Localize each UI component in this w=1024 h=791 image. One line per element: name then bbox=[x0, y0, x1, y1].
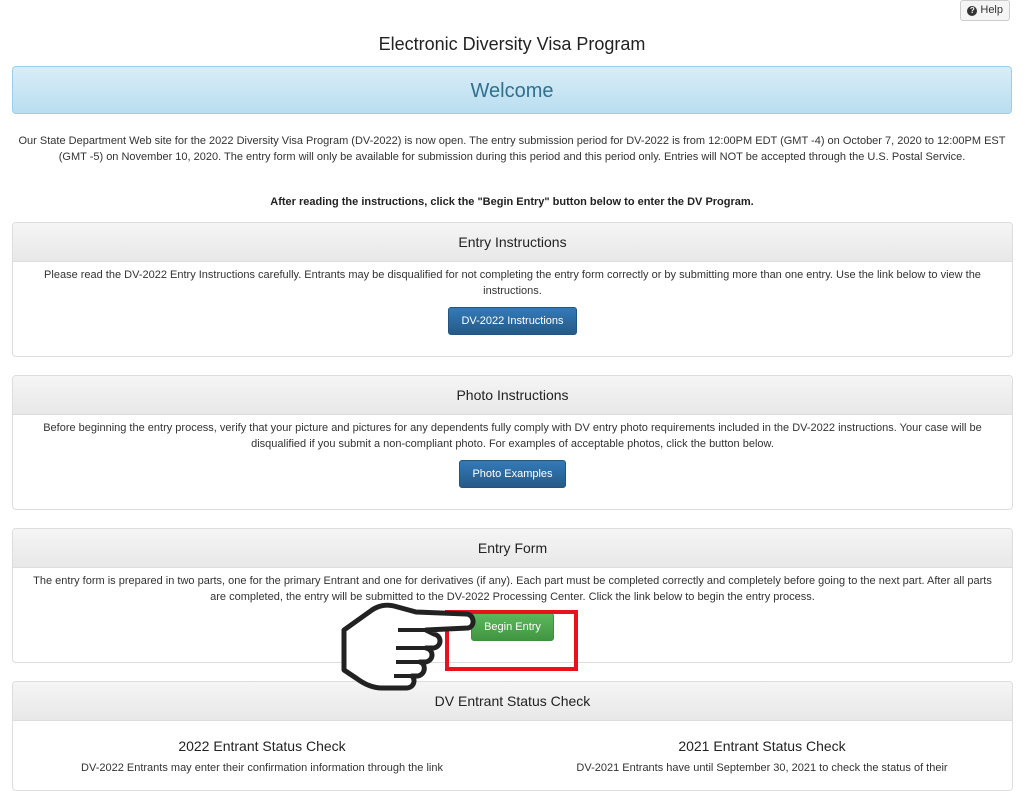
status-check-2022-title: 2022 Entrant Status Check bbox=[178, 738, 346, 754]
status-check-2022-text: DV-2022 Entrants may enter their confirm… bbox=[81, 762, 443, 774]
question-circle-icon: ? bbox=[967, 5, 978, 16]
entry-form-text: The entry form is prepared in two parts,… bbox=[33, 575, 992, 603]
welcome-banner: Welcome bbox=[12, 66, 1012, 114]
dv-instructions-button[interactable]: DV-2022 Instructions bbox=[448, 307, 577, 335]
entry-form-heading: Entry Form bbox=[13, 529, 1012, 568]
intro-instruction: After reading the instructions, click th… bbox=[270, 196, 754, 208]
status-check-2021-title: 2021 Entrant Status Check bbox=[678, 738, 846, 754]
photo-instructions-heading: Photo Instructions bbox=[13, 376, 1012, 415]
status-check-2022: 2022 Entrant Status Check DV-2022 Entran… bbox=[22, 738, 502, 776]
entry-instructions-panel: Entry Instructions Please read the DV-20… bbox=[12, 222, 1013, 357]
photo-examples-button[interactable]: Photo Examples bbox=[459, 460, 566, 488]
intro-text: Our State Department Web site for the 20… bbox=[18, 135, 1006, 163]
help-button[interactable]: ? Help bbox=[960, 0, 1010, 21]
entry-instructions-heading: Entry Instructions bbox=[13, 223, 1012, 262]
entry-instructions-text: Please read the DV-2022 Entry Instructio… bbox=[44, 269, 981, 297]
photo-instructions-text: Before beginning the entry process, veri… bbox=[43, 422, 982, 450]
status-check-2021-text: DV-2021 Entrants have until September 30… bbox=[576, 762, 948, 774]
help-label: Help bbox=[980, 4, 1003, 16]
status-check-columns: 2022 Entrant Status Check DV-2022 Entran… bbox=[12, 738, 1013, 779]
status-check-heading: DV Entrant Status Check bbox=[13, 682, 1012, 721]
status-check-2021: 2021 Entrant Status Check DV-2021 Entran… bbox=[522, 738, 1002, 776]
page-title: Electronic Diversity Visa Program bbox=[378, 34, 646, 54]
photo-instructions-panel: Photo Instructions Before beginning the … bbox=[12, 375, 1013, 510]
pointing-hand-icon bbox=[341, 602, 476, 691]
